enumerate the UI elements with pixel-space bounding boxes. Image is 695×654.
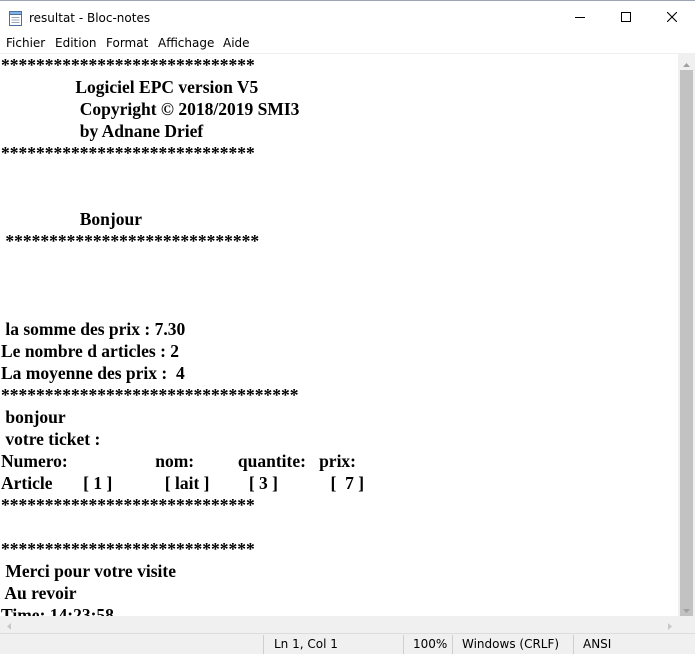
vertical-scrollbar[interactable] bbox=[678, 53, 695, 630]
scrollbar-corner bbox=[678, 616, 695, 633]
text-line: Time: 14:23:58 bbox=[1, 605, 114, 616]
text-line: bonjour bbox=[1, 407, 66, 427]
minimize-icon bbox=[575, 12, 585, 22]
text-line: ********************************** bbox=[1, 385, 299, 405]
text-line: Au revoir bbox=[1, 583, 77, 603]
text-line: votre ticket : bbox=[1, 429, 101, 449]
text-line: ***************************** bbox=[1, 55, 255, 75]
text-line bbox=[1, 516, 364, 538]
text-line bbox=[1, 186, 364, 208]
text-line: La moyenne des prix : 4 bbox=[1, 363, 185, 383]
status-encoding: ANSI bbox=[583, 637, 612, 651]
text-line: ***************************** bbox=[1, 539, 255, 559]
scroll-up-button[interactable] bbox=[678, 53, 695, 70]
status-zoom: 100% bbox=[413, 637, 448, 651]
status-cursor-position: Ln 1, Col 1 bbox=[274, 637, 338, 651]
vertical-scroll-thumb[interactable] bbox=[680, 70, 693, 630]
text-line bbox=[1, 164, 364, 186]
status-bar: Ln 1, Col 1 100% Windows (CRLF) ANSI bbox=[0, 633, 695, 654]
status-line-ending: Windows (CRLF) bbox=[462, 637, 560, 651]
text-line: la somme des prix : 7.30 bbox=[1, 319, 186, 339]
text-line: Logiciel EPC version V5 bbox=[1, 77, 259, 97]
menu-fichier[interactable]: Fichier bbox=[6, 35, 45, 51]
text-line: Copyright © 2018/2019 SMI3 bbox=[1, 99, 300, 119]
notepad-icon bbox=[9, 10, 22, 26]
chevron-left-icon bbox=[6, 615, 11, 634]
chevron-up-icon bbox=[683, 52, 690, 71]
text-line: Numero: nom: quantite: prix: bbox=[1, 451, 357, 471]
minimize-button[interactable] bbox=[557, 1, 603, 33]
text-line: Le nombre d articles : 2 bbox=[1, 341, 180, 361]
close-button[interactable] bbox=[649, 1, 695, 33]
notepad-window: resultat - Bloc-notes Fichier Edition Fo… bbox=[0, 0, 695, 654]
menu-bar: Fichier Edition Format Affichage Aide bbox=[0, 33, 695, 53]
chevron-down-icon bbox=[683, 598, 690, 617]
document-text[interactable]: ***************************** Logiciel E… bbox=[1, 54, 364, 616]
menu-edition[interactable]: Edition bbox=[55, 35, 97, 51]
text-line: ***************************** bbox=[1, 231, 260, 251]
text-editor[interactable]: ***************************** Logiciel E… bbox=[0, 53, 678, 616]
close-icon bbox=[667, 12, 677, 22]
text-line: by Adnane Drief bbox=[1, 121, 204, 141]
menu-aide[interactable]: Aide bbox=[223, 35, 250, 51]
text-line: Article [ 1 ] [ lait ] [ 3 ] [ 7 ] bbox=[1, 473, 365, 493]
menu-affichage[interactable]: Affichage bbox=[158, 35, 214, 51]
text-line: Merci pour votre visite bbox=[1, 561, 176, 581]
menu-format[interactable]: Format bbox=[106, 35, 148, 51]
text-line bbox=[1, 296, 364, 318]
scroll-down-button[interactable] bbox=[678, 599, 695, 616]
maximize-button[interactable] bbox=[603, 1, 649, 33]
maximize-icon bbox=[621, 12, 631, 22]
window-title: resultat - Bloc-notes bbox=[29, 11, 151, 25]
text-line bbox=[1, 274, 364, 296]
title-bar[interactable]: resultat - Bloc-notes bbox=[0, 0, 695, 33]
text-line: ***************************** bbox=[1, 495, 255, 515]
chevron-right-icon bbox=[667, 615, 672, 634]
scroll-right-button[interactable] bbox=[661, 616, 678, 633]
text-line: Bonjour bbox=[1, 209, 142, 229]
text-line bbox=[1, 252, 364, 274]
text-line: ***************************** bbox=[1, 143, 255, 163]
horizontal-scrollbar[interactable] bbox=[0, 616, 678, 633]
scroll-left-button[interactable] bbox=[0, 616, 17, 633]
